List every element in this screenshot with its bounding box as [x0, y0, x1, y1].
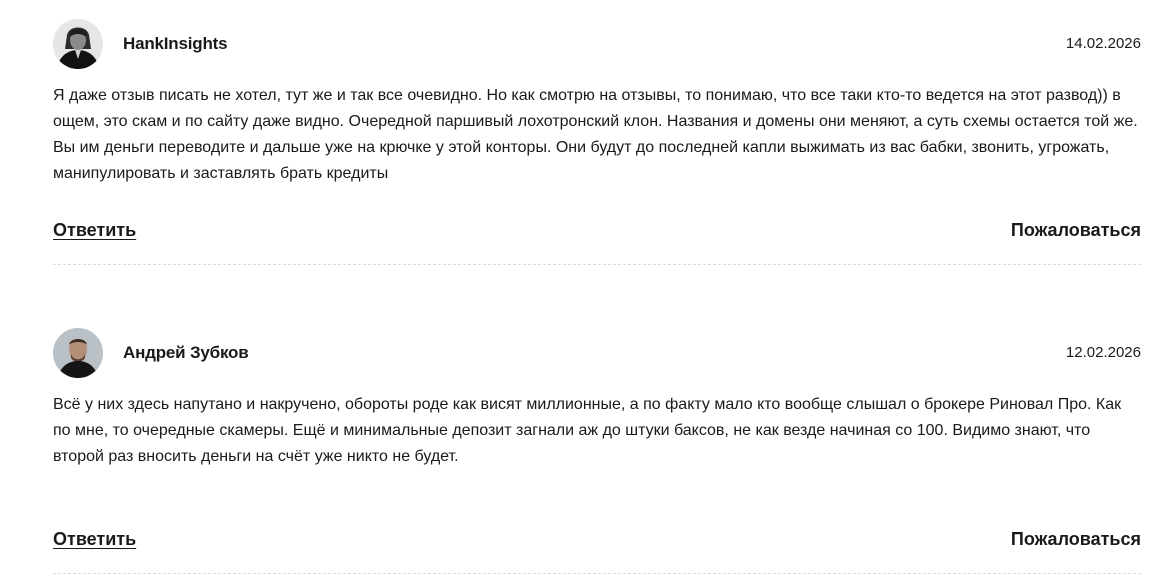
comment-header: Андрей Зубков 12.02.2026 — [53, 328, 1141, 378]
comment-text: Всё у них здесь напутано и накручено, об… — [53, 396, 1122, 465]
comment-text: Я даже отзыв писать не хотел, тут же и т… — [53, 87, 1138, 182]
comment-author: HankInsights — [123, 34, 228, 53]
report-button[interactable]: Пожаловаться — [1011, 220, 1141, 241]
comment-item: HankInsights 14.02.2026 Я даже отзыв пис… — [53, 0, 1141, 265]
comment-author: Андрей Зубков — [123, 343, 249, 362]
user-photo-icon — [53, 328, 103, 378]
comments-list: HankInsights 14.02.2026 Я даже отзыв пис… — [53, 0, 1141, 574]
reply-button[interactable]: Ответить — [53, 220, 136, 241]
comment-item: Андрей Зубков 12.02.2026 Всё у них здесь… — [53, 309, 1141, 574]
user-photo-icon — [53, 19, 103, 69]
comment-date: 14.02.2026 — [1065, 35, 1141, 52]
report-button[interactable]: Пожаловаться — [1011, 529, 1141, 550]
comment-actions: Ответить Пожаловаться — [53, 220, 1141, 244]
comment-actions: Ответить Пожаловаться — [53, 529, 1141, 553]
reply-button[interactable]: Ответить — [53, 529, 136, 550]
comment-date: 12.02.2026 — [1065, 344, 1141, 361]
avatar[interactable] — [53, 328, 103, 378]
comment-header: HankInsights 14.02.2026 — [53, 19, 1141, 69]
avatar[interactable] — [53, 19, 103, 69]
